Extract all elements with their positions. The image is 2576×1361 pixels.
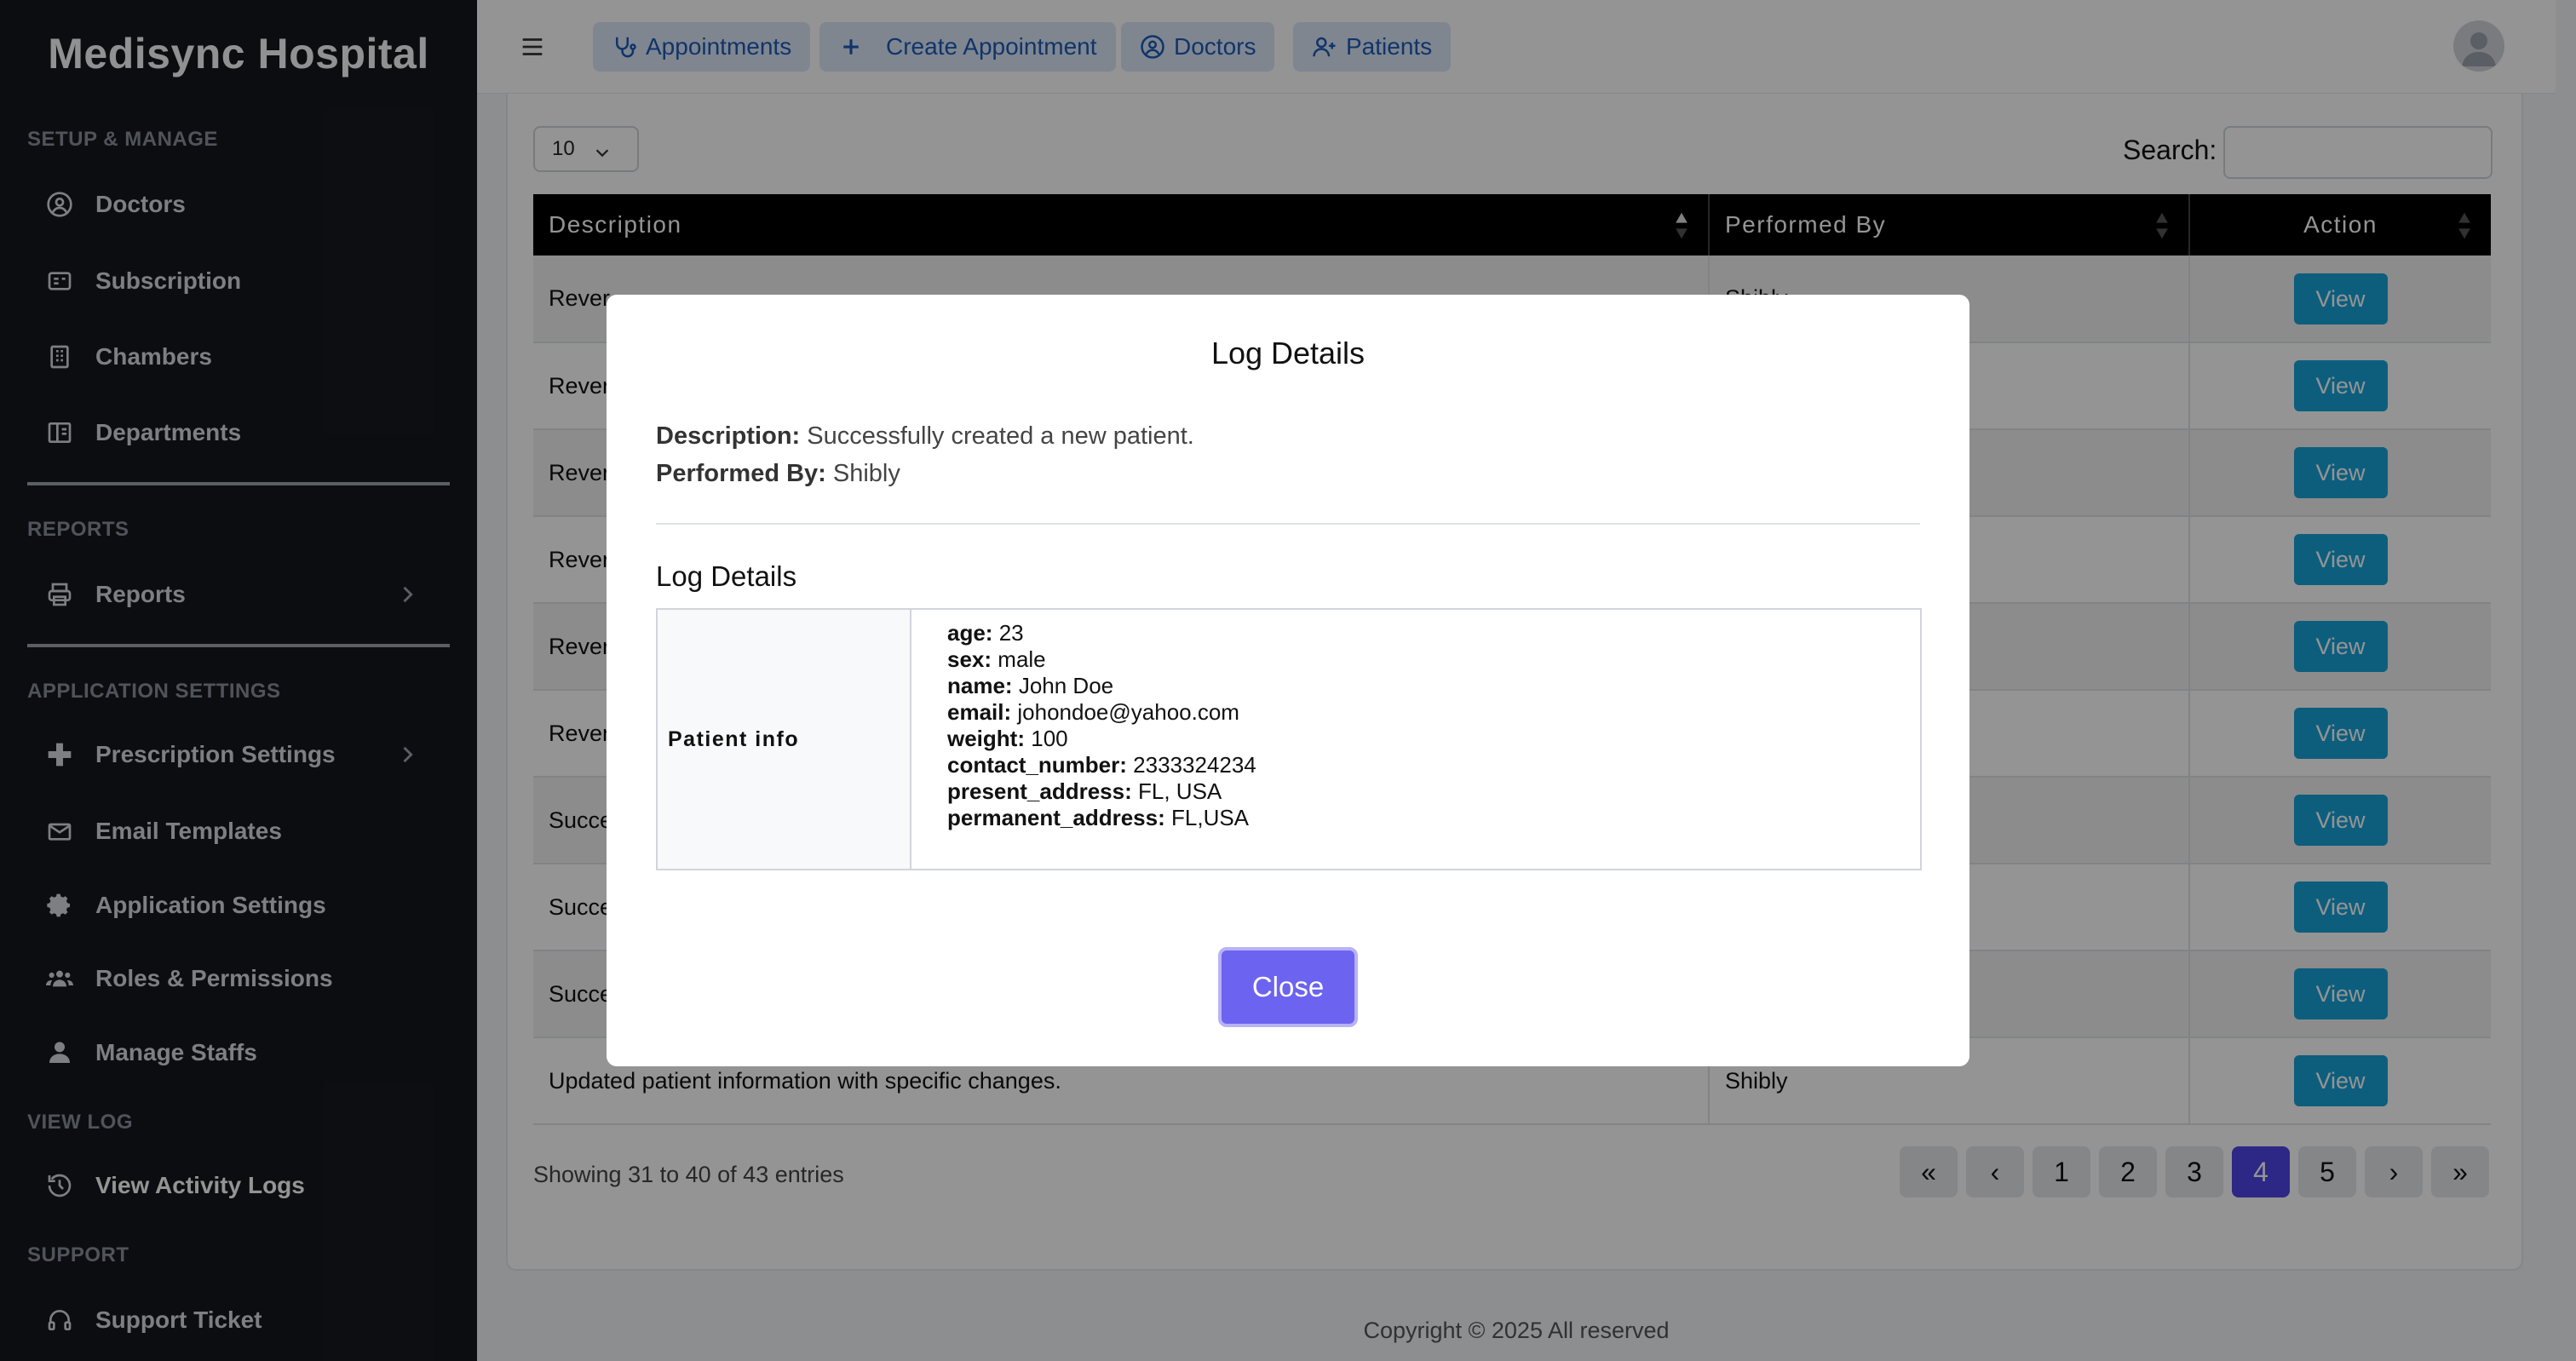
modal-performed-by: Performed By: Shibly [656, 460, 900, 487]
detail-field: contact_number: 2333324234 [947, 752, 1256, 778]
close-button[interactable]: Close [1218, 947, 1358, 1027]
detail-value-cell: age: 23 sex: male name: John Doe email: … [911, 610, 1256, 869]
log-details-modal: Log Details Description: Successfully cr… [607, 295, 1969, 1066]
log-details-table: Patient info age: 23 sex: male name: Joh… [656, 608, 1922, 870]
modal-title: Log Details [1210, 336, 1366, 370]
detail-key-cell: Patient info [658, 610, 911, 869]
detail-field: name: John Doe [947, 673, 1114, 698]
detail-field: permanent_address: FL,USA [947, 805, 1250, 830]
modal-description: Description: Successfully created a new … [656, 422, 1194, 450]
modal-subtitle: Log Details [656, 560, 797, 592]
detail-field: sex: male [947, 646, 1046, 672]
detail-field: age: 23 [947, 620, 1024, 646]
detail-field: email: johondoe@yahoo.com [947, 699, 1239, 725]
detail-field: weight: 100 [947, 726, 1068, 751]
modal-divider [656, 523, 1920, 525]
detail-field: present_address: FL, USA [947, 778, 1222, 804]
